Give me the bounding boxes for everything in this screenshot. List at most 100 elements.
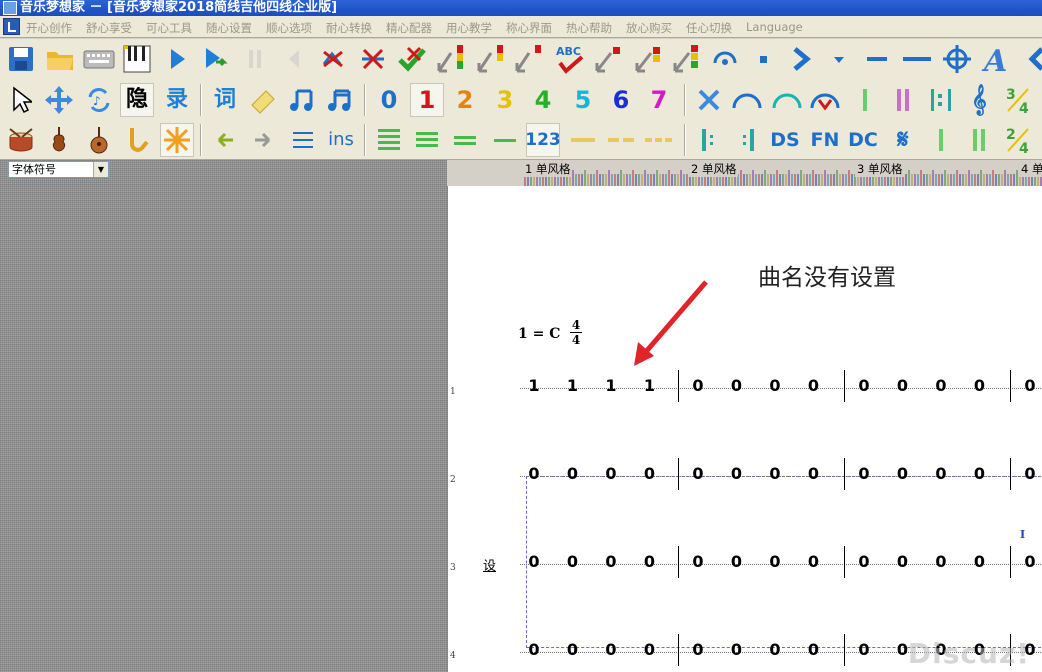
- score-note[interactable]: 0: [933, 552, 949, 571]
- eighth-notes-icon[interactable]: [324, 83, 358, 117]
- score-note[interactable]: 1: [603, 376, 619, 395]
- fine-button[interactable]: FN: [808, 123, 842, 157]
- dash-short-icon[interactable]: [860, 42, 894, 76]
- tenuto-down-icon[interactable]: [822, 42, 856, 76]
- score-note[interactable]: 0: [972, 552, 988, 571]
- treble-clef-icon[interactable]: 𝄞: [962, 83, 996, 117]
- dash-long-icon[interactable]: [900, 42, 934, 76]
- score-note[interactable]: 0: [565, 464, 581, 483]
- accent-icon[interactable]: [784, 42, 818, 76]
- repeat-start-icon[interactable]: [692, 123, 726, 157]
- digit-2-button[interactable]: 2: [448, 83, 482, 117]
- score-note[interactable]: 0: [729, 376, 745, 395]
- saxophone-icon[interactable]: [120, 123, 154, 157]
- menu-item-interface[interactable]: 称心界面: [506, 20, 552, 36]
- pause-icon[interactable]: [238, 42, 272, 76]
- drum-icon[interactable]: [4, 123, 38, 157]
- score-note[interactable]: 0: [895, 464, 911, 483]
- score-note[interactable]: 0: [767, 640, 783, 659]
- save-icon[interactable]: [4, 42, 38, 76]
- score-note[interactable]: 0: [806, 552, 822, 571]
- delete-note-icon[interactable]: [316, 42, 350, 76]
- time-signature-icon[interactable]: 34: [1002, 83, 1036, 117]
- keyboard-icon[interactable]: [82, 42, 116, 76]
- score-note[interactable]: 0: [806, 464, 822, 483]
- pointer-icon[interactable]: [4, 83, 38, 117]
- score-note[interactable]: 0: [690, 640, 706, 659]
- target-icon[interactable]: [940, 42, 974, 76]
- digit-6-button[interactable]: 6: [604, 83, 638, 117]
- barline[interactable]: [678, 546, 679, 578]
- barline-single-icon[interactable]: [848, 83, 882, 117]
- barline-green-double-icon[interactable]: [962, 123, 996, 157]
- slur-cyan-icon[interactable]: [770, 83, 804, 117]
- score-note[interactable]: 0: [729, 464, 745, 483]
- barline[interactable]: [844, 458, 845, 490]
- arrow-left-icon[interactable]: [208, 123, 242, 157]
- menu-item-help[interactable]: 热心帮助: [566, 20, 612, 36]
- record-button[interactable]: 录: [160, 83, 194, 117]
- arrow-right-icon[interactable]: [246, 123, 280, 157]
- score-note[interactable]: 0: [565, 640, 581, 659]
- menu-item-convert[interactable]: 耐心转换: [326, 20, 372, 36]
- score-note[interactable]: 0: [767, 376, 783, 395]
- mandolin-icon[interactable]: [82, 123, 116, 157]
- repeat-sign-icon[interactable]: [924, 83, 958, 117]
- insert-button[interactable]: ins: [324, 123, 358, 157]
- digit-1-button[interactable]: 1: [410, 83, 444, 117]
- barline[interactable]: [844, 546, 845, 578]
- score-note[interactable]: 0: [933, 376, 949, 395]
- score-note[interactable]: 0: [526, 464, 542, 483]
- digit-7-button[interactable]: 7: [642, 83, 676, 117]
- digit-3-button[interactable]: 3: [488, 83, 522, 117]
- arrow-lights-icon[interactable]: [670, 42, 704, 76]
- extend-line-icon[interactable]: [566, 123, 600, 157]
- measure-ruler[interactable]: 1 单风格 2 单风格 3 单风格 4 单: [447, 160, 1042, 186]
- lines-four-icon[interactable]: [372, 123, 406, 157]
- score-note[interactable]: 0: [1022, 464, 1038, 483]
- score-note[interactable]: 0: [972, 464, 988, 483]
- barline[interactable]: [1010, 370, 1011, 402]
- cross-icon[interactable]: [692, 83, 726, 117]
- violin-icon[interactable]: [42, 123, 76, 157]
- fermata-icon[interactable]: [708, 42, 742, 76]
- score-note[interactable]: 0: [806, 640, 822, 659]
- menu-item-teach[interactable]: 用心教学: [446, 20, 492, 36]
- segno-icon[interactable]: 𝄋: [886, 123, 920, 157]
- star-effect-icon[interactable]: [160, 123, 194, 157]
- score-note[interactable]: 0: [856, 640, 872, 659]
- digit-4-button[interactable]: 4: [526, 83, 560, 117]
- repeat-end-icon[interactable]: [730, 123, 764, 157]
- score-note[interactable]: 0: [767, 552, 783, 571]
- barline-green-icon[interactable]: [924, 123, 958, 157]
- slur-red-icon[interactable]: [808, 83, 842, 117]
- score-note[interactable]: 0: [603, 552, 619, 571]
- score-note[interactable]: 0: [642, 640, 658, 659]
- barline-double-icon[interactable]: [886, 83, 920, 117]
- score-note[interactable]: 0: [690, 552, 706, 571]
- score-page[interactable]: 曲名没有设置 1 = C 4 4 设 I 1111100000000020000…: [447, 186, 1042, 672]
- delete-multi-icon[interactable]: [356, 42, 390, 76]
- score-note[interactable]: 0: [895, 376, 911, 395]
- hide-button[interactable]: 隐: [120, 83, 154, 117]
- beam-notes-icon[interactable]: [286, 83, 320, 117]
- score-note[interactable]: 0: [767, 464, 783, 483]
- chevron-down-icon[interactable]: ▼: [93, 162, 108, 177]
- score-note[interactable]: 0: [895, 552, 911, 571]
- score-note[interactable]: 0: [565, 552, 581, 571]
- meter-icon[interactable]: 24: [1002, 123, 1036, 157]
- score-note[interactable]: 0: [1022, 552, 1038, 571]
- document-icon[interactable]: [3, 18, 20, 35]
- digit-0-button[interactable]: 0: [372, 83, 406, 117]
- score-note[interactable]: 0: [1022, 376, 1038, 395]
- rotate-notes-icon[interactable]: ♪: [82, 83, 116, 117]
- score-note[interactable]: 0: [729, 552, 745, 571]
- score-note[interactable]: 1: [526, 376, 542, 395]
- extend-dots-icon[interactable]: [642, 123, 676, 157]
- font-symbol-select[interactable]: 字体符号 ▼: [8, 161, 109, 178]
- score-note[interactable]: 0: [856, 552, 872, 571]
- play-from-cursor-icon[interactable]: [198, 42, 232, 76]
- digit-5-button[interactable]: 5: [566, 83, 600, 117]
- barline[interactable]: [1010, 458, 1011, 490]
- score-note[interactable]: 0: [526, 552, 542, 571]
